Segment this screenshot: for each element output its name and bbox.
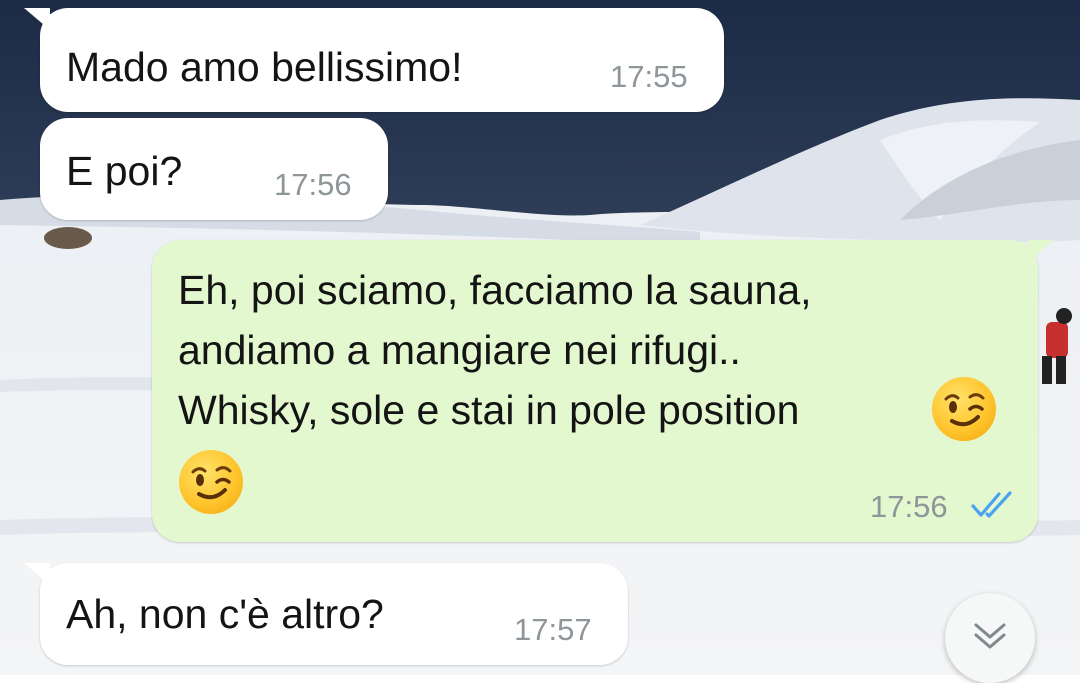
- message-bubble-outgoing[interactable]: Eh, poi sciamo, facciamo la sauna, andia…: [152, 240, 1054, 542]
- message-bubble-incoming[interactable]: E poi? 17:56: [40, 118, 388, 220]
- message-bubble-incoming[interactable]: Mado amo bellissimo! 17:55: [24, 8, 724, 112]
- message-timestamp: 17:56: [870, 489, 948, 524]
- winking-face-emoji: [932, 377, 996, 441]
- double-chevron-down-icon: [974, 623, 1006, 649]
- winking-face-emoji: [179, 450, 243, 514]
- message-text-line: Whisky, sole e stai in pole position: [178, 387, 800, 433]
- message-text-line: Eh, poi sciamo, facciamo la sauna,: [178, 267, 812, 313]
- message-timestamp: 17:56: [274, 167, 352, 202]
- message-bubble-incoming[interactable]: Ah, non c'è altro? 17:57: [24, 563, 628, 665]
- message-text: Ah, non c'è altro?: [66, 591, 384, 637]
- bubble-tail: [24, 8, 50, 30]
- bubble-tail: [24, 563, 50, 585]
- message-timestamp: 17:55: [610, 59, 688, 94]
- message-timestamp: 17:57: [514, 612, 592, 647]
- message-text: Mado amo bellissimo!: [66, 44, 463, 90]
- message-text-line: andiamo a mangiare nei rifugi..: [178, 327, 741, 373]
- double-check-icon: [971, 491, 1012, 518]
- bubble-tail: [1028, 240, 1054, 262]
- scroll-to-bottom-button[interactable]: [945, 593, 1035, 683]
- message-text: E poi?: [66, 148, 183, 194]
